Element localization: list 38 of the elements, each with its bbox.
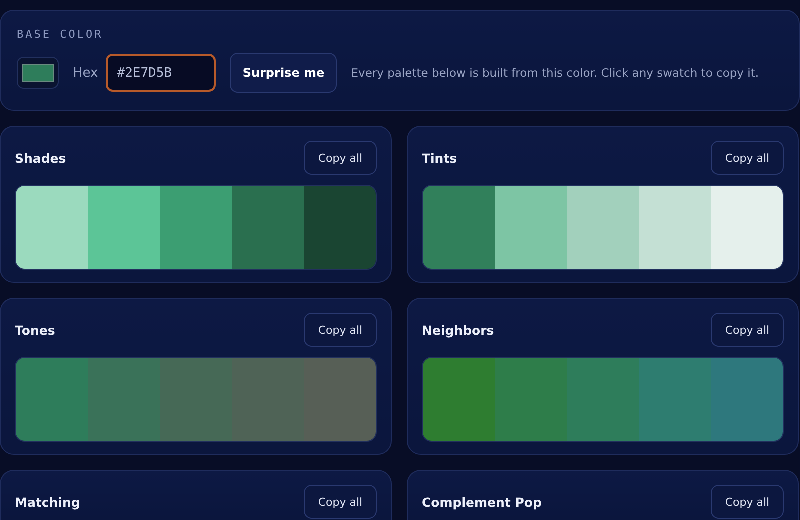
- hex-input-field[interactable]: #2E7D5B: [106, 54, 216, 92]
- color-swatch[interactable]: [88, 186, 160, 269]
- copy-all-button[interactable]: Copy all: [711, 313, 784, 347]
- color-swatch[interactable]: [711, 186, 783, 269]
- color-swatch[interactable]: [16, 358, 88, 441]
- section-label: BASE COLOR: [17, 28, 104, 41]
- palette-title: Matching: [15, 494, 80, 510]
- palette-title: Shades: [15, 150, 66, 166]
- palette-title: Tints: [422, 150, 458, 166]
- color-swatch[interactable]: [232, 186, 304, 269]
- color-swatch[interactable]: [711, 358, 783, 441]
- color-swatch[interactable]: [232, 358, 304, 441]
- color-swatch[interactable]: [16, 186, 88, 269]
- palette-title: Complement Pop: [422, 494, 542, 510]
- color-swatch[interactable]: [639, 186, 711, 269]
- palette-title: Tones: [15, 322, 56, 338]
- hint-text: Every palette below is built from this color. Click any swatch to copy it.: [351, 66, 759, 80]
- copy-all-button[interactable]: Copy all: [304, 141, 377, 175]
- color-picker[interactable]: [17, 57, 59, 89]
- copy-all-button[interactable]: Copy all: [711, 141, 784, 175]
- copy-all-button[interactable]: Copy all: [304, 313, 377, 347]
- color-swatch[interactable]: [423, 186, 495, 269]
- copy-all-button[interactable]: Copy all: [711, 485, 784, 519]
- color-swatch[interactable]: [160, 186, 232, 269]
- color-swatch[interactable]: [88, 358, 160, 441]
- color-swatch[interactable]: [567, 186, 639, 269]
- copy-all-button[interactable]: Copy all: [304, 485, 377, 519]
- field-label: Hex: [73, 66, 98, 80]
- palette-title: Neighbors: [422, 322, 494, 338]
- color-swatch[interactable]: [304, 358, 376, 441]
- color-swatch[interactable]: [495, 186, 567, 269]
- color-swatch[interactable]: [160, 358, 232, 441]
- color-swatch[interactable]: [495, 358, 567, 441]
- color-swatch[interactable]: [304, 186, 376, 269]
- color-swatch[interactable]: [423, 358, 495, 441]
- color-swatch[interactable]: [567, 358, 639, 441]
- surprise-button[interactable]: Surprise me: [230, 53, 338, 93]
- color-swatch[interactable]: [639, 358, 711, 441]
